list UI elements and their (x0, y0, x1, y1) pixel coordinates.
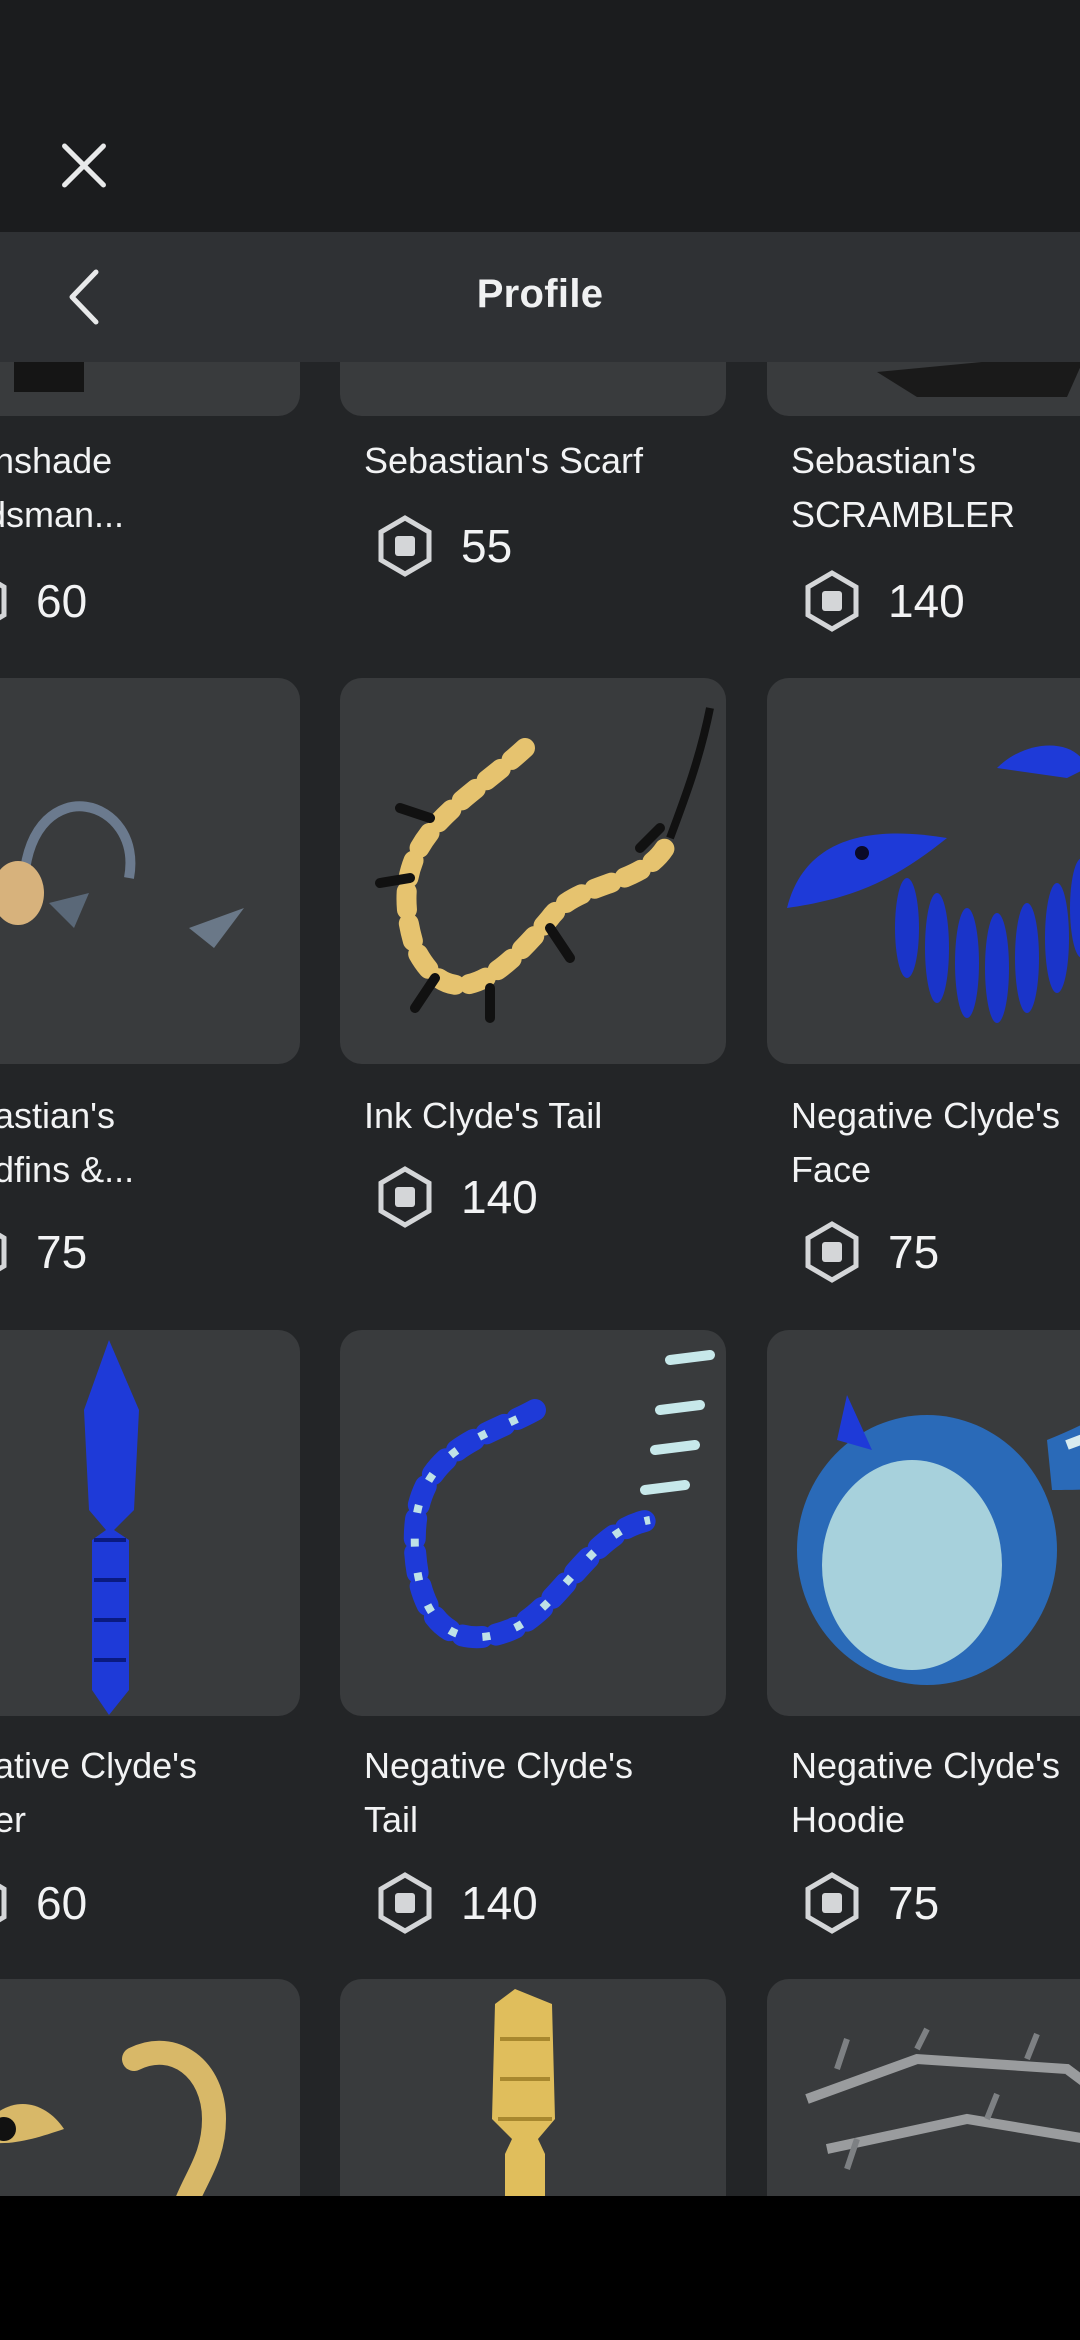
item-name[interactable]: Sebastian's Scarf (364, 434, 754, 488)
item-price: 140 (800, 569, 965, 633)
item-name[interactable]: anshaderdsman... (0, 434, 304, 542)
top-bar (0, 0, 1080, 232)
robux-icon (805, 1221, 859, 1283)
item-price: 140 (373, 1871, 538, 1935)
item-thumbnail[interactable] (767, 1330, 1080, 1716)
robux-icon (0, 1232, 7, 1272)
item-thumbnail[interactable] (0, 362, 300, 416)
robux-icon (805, 570, 859, 632)
item-price: 55 (373, 514, 512, 578)
item-price: 60 (0, 569, 87, 633)
item-name[interactable]: Sebastian's SCRAMBLER (791, 434, 1080, 542)
item-thumbnail[interactable] (340, 362, 726, 416)
item-grid: anshaderdsman... Sebastian's Scarf Sebas… (0, 362, 1080, 2196)
item-name[interactable]: Negative Clyde's Tail (364, 1739, 754, 1847)
item-name[interactable]: gative Clyde'sper (0, 1739, 304, 1847)
robux-icon (378, 1166, 432, 1228)
robux-icon (805, 1872, 859, 1934)
system-nav-bar (0, 2196, 1080, 2340)
item-name[interactable]: Negative Clyde's Face (791, 1089, 1080, 1197)
item-name[interactable]: Ink Clyde's Tail (364, 1089, 754, 1143)
close-icon[interactable] (48, 130, 120, 202)
item-thumbnail[interactable] (340, 678, 726, 1064)
item-thumbnail[interactable] (767, 1979, 1080, 2196)
robux-icon (0, 581, 7, 621)
item-price: 75 (800, 1220, 939, 1284)
item-thumbnail[interactable] (767, 362, 1080, 416)
item-price: 75 (800, 1871, 939, 1935)
item-thumbnail[interactable] (0, 678, 300, 1064)
item-thumbnail[interactable] (340, 1330, 726, 1716)
robux-icon (0, 1883, 7, 1923)
item-price: 60 (0, 1871, 87, 1935)
item-thumbnail[interactable] (340, 1979, 726, 2196)
item-name[interactable]: Negative Clyde's Hoodie (791, 1739, 1080, 1847)
item-name[interactable]: bastian'sadfins &... (0, 1089, 304, 1197)
page-title: Profile (476, 272, 604, 316)
item-thumbnail[interactable] (0, 1979, 300, 2196)
robux-icon (378, 515, 432, 577)
robux-icon (378, 1872, 432, 1934)
item-price: 140 (373, 1165, 538, 1229)
item-thumbnail[interactable] (0, 1330, 300, 1716)
item-price: 75 (0, 1220, 87, 1284)
item-thumbnail[interactable] (767, 678, 1080, 1064)
